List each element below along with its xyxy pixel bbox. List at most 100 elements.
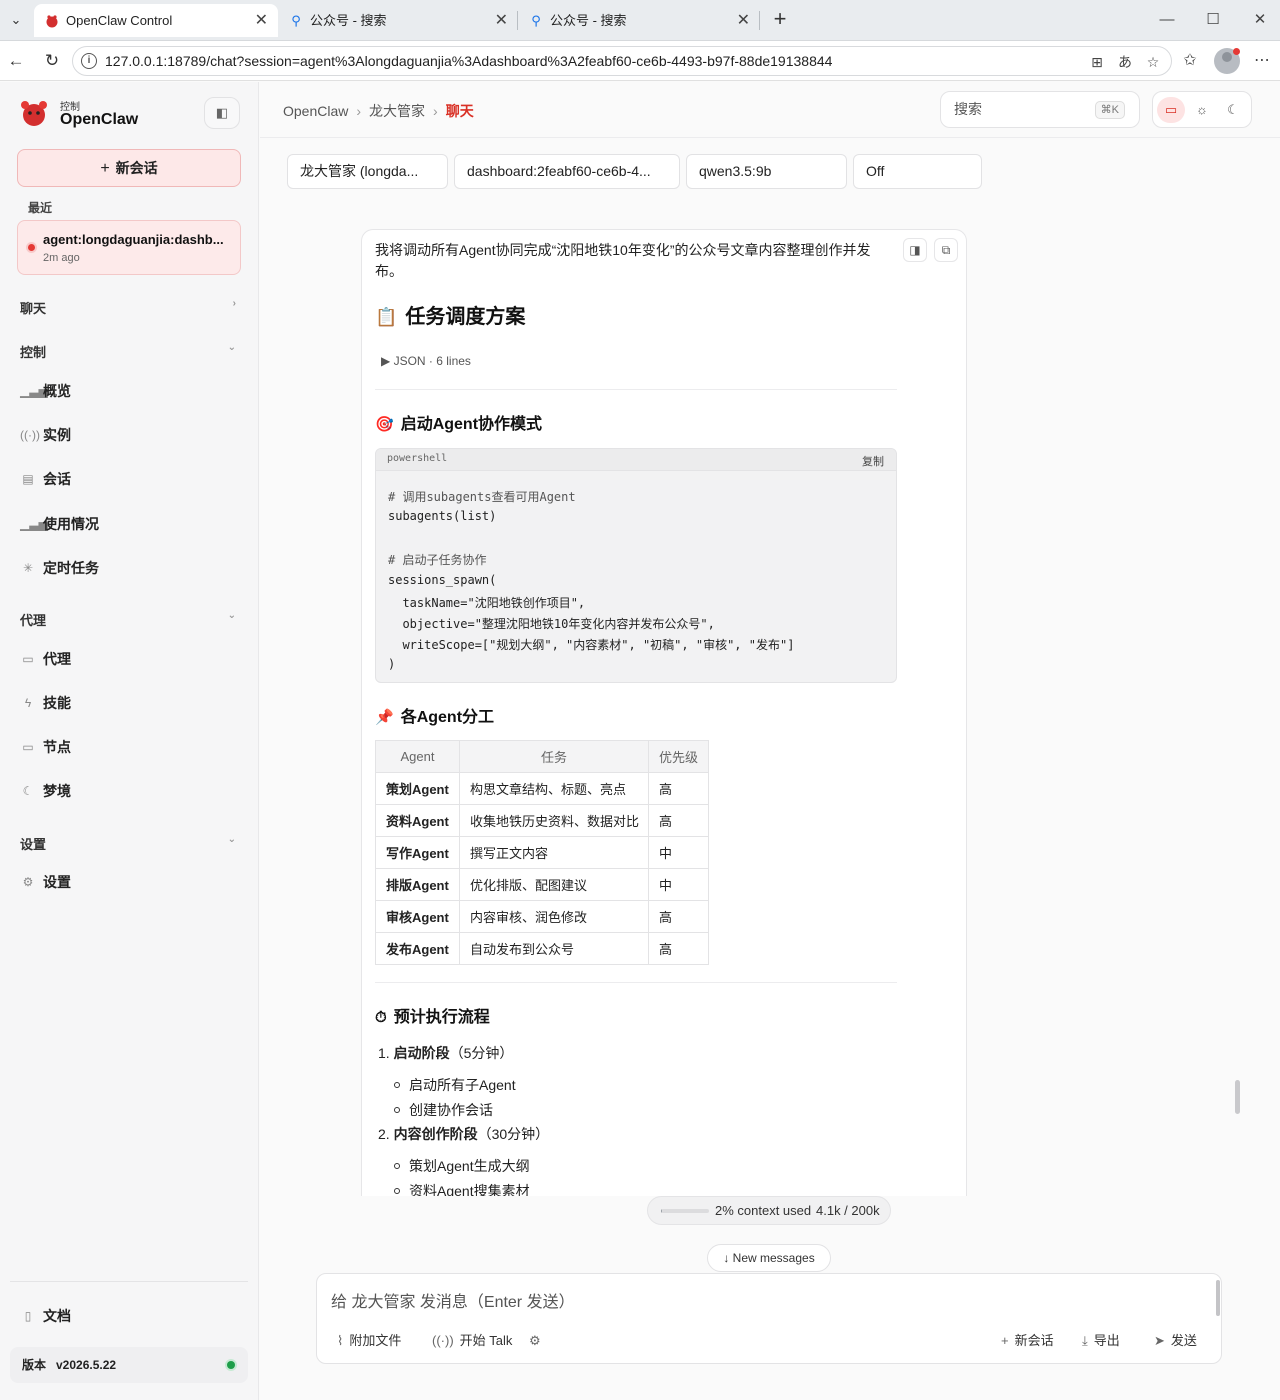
reload-icon[interactable]: ↻ bbox=[40, 49, 64, 73]
tab-separator bbox=[759, 11, 760, 30]
tab-title: 公众号 - 搜索 bbox=[550, 13, 627, 28]
group-chat[interactable]: 聊天 › bbox=[20, 298, 240, 317]
main-panel: OpenClaw › 龙大管家 › 聊天 搜索 ⌘K ▭ ☼ ☾ 龙大管家 (longd… bbox=[260, 82, 1280, 1400]
favorite-star-icon[interactable]: ☆ bbox=[1142, 51, 1164, 73]
new-tab-icon[interactable]: + bbox=[768, 8, 792, 32]
group-control[interactable]: 控制 ⌄ bbox=[20, 342, 240, 361]
new-chat-button[interactable]: + 新会话 bbox=[17, 149, 241, 187]
session-select[interactable]: dashboard:2feabf60-ce6b-4... bbox=[454, 154, 680, 189]
breadcrumb-item[interactable]: 龙大管家 bbox=[369, 103, 425, 119]
site-info-icon[interactable]: i bbox=[81, 53, 97, 69]
arrow-down-icon: ↓ bbox=[723, 1251, 730, 1265]
openclaw-logo bbox=[18, 98, 50, 128]
copy-icon[interactable]: ⧉ bbox=[934, 238, 958, 262]
plan-heading: 📋 任务调度方案 bbox=[375, 306, 526, 328]
flow-heading: ⏱ 预计执行流程 bbox=[375, 1009, 490, 1026]
tab-search-1[interactable]: ⚲ 公众号 - 搜索 ✕ bbox=[278, 4, 518, 37]
chat-scrollbar[interactable] bbox=[1235, 1080, 1240, 1114]
sidebar-item-settings[interactable]: ⚙ 设置 bbox=[20, 870, 240, 894]
more-menu-icon[interactable]: ⋯ bbox=[1250, 49, 1274, 73]
monitor-icon[interactable]: ▭ bbox=[1157, 97, 1185, 123]
model-select[interactable]: qwen3.5:9b bbox=[686, 154, 847, 189]
sidebar-item-instances[interactable]: ((·)) 实例 bbox=[20, 423, 240, 447]
sidebar: 控制 OpenClaw ◧ + 新会话 最近 agent:longdaguanji… bbox=[0, 82, 259, 1400]
moon-icon: ☾ bbox=[22, 784, 34, 798]
table-row: 排版Agent 优化排版、配图建议中 bbox=[375, 868, 709, 901]
url-field[interactable]: i 127.0.0.1:18789/chat?session=agent%3Al… bbox=[72, 46, 1172, 76]
folder-icon: ▭ bbox=[22, 652, 34, 666]
search-input[interactable]: 搜索 ⌘K bbox=[940, 91, 1140, 128]
collapse-sidebar-icon[interactable]: ◧ bbox=[204, 97, 240, 129]
new-messages-button[interactable]: ↓ New messages bbox=[707, 1244, 831, 1272]
thinking-select[interactable]: Off bbox=[853, 154, 982, 189]
main-header: OpenClaw › 龙大管家 › 聊天 搜索 ⌘K ▭ ☼ ☾ bbox=[260, 82, 1280, 138]
table-header: Agent bbox=[375, 740, 460, 773]
recent-session-item[interactable]: agent:longdaguanjia:dashb... 2m ago bbox=[17, 220, 241, 275]
step-item: 1. 启动阶段（5分钟） bbox=[378, 1045, 514, 1061]
sidebar-item-cron[interactable]: ✳ 定时任务 bbox=[20, 556, 240, 580]
book-icon: ▯ bbox=[24, 1309, 32, 1323]
roles-table: Agent 任务 优先级 策划Agent 构思文章结构、标题、亮点高 资料Agen… bbox=[375, 740, 709, 965]
minimize-icon[interactable]: — bbox=[1155, 8, 1179, 32]
new-session-button[interactable]: + 新会话 bbox=[1001, 1331, 1054, 1351]
send-button[interactable]: ➤ 发送 bbox=[1154, 1331, 1197, 1351]
code-block: powershell 复制 # 调用subagents查看可用Agent sub… bbox=[375, 448, 897, 683]
json-toggle[interactable]: ▶ JSON · 6 lines bbox=[381, 354, 471, 368]
table-row: 资料Agent 收集地铁历史资料、数据对比高 bbox=[375, 804, 709, 837]
code-header: powershell 复制 bbox=[376, 449, 896, 471]
recent-session-time: 2m ago bbox=[43, 252, 80, 264]
timer-icon: ⏱ bbox=[375, 1009, 387, 1026]
agent-select[interactable]: 龙大管家 (longda... bbox=[287, 154, 448, 189]
sidebar-item-skills[interactable]: ϟ 技能 bbox=[20, 691, 240, 715]
close-tab-icon[interactable]: ✕ bbox=[737, 4, 750, 37]
assistant-message: ◨ ⧉ 我将调动所有Agent协同完成“沈阳地铁10年变化”的公众号文章内容整理… bbox=[361, 229, 967, 1196]
tab-list-icon[interactable]: ⌄ bbox=[6, 10, 26, 30]
download-icon: ⤓ bbox=[1082, 1333, 1088, 1348]
translate-icon[interactable]: あ bbox=[1114, 51, 1136, 73]
loader-icon: ✳ bbox=[22, 561, 34, 575]
sidebar-toggle-icon[interactable]: ◨ bbox=[903, 238, 927, 262]
close-tab-icon[interactable]: ✕ bbox=[495, 4, 508, 37]
export-button[interactable]: ⤓ 导出 bbox=[1082, 1331, 1120, 1351]
breadcrumb-current: 聊天 bbox=[445, 103, 474, 119]
close-tab-icon[interactable]: ✕ bbox=[255, 4, 268, 37]
sidebar-item-dreams[interactable]: ☾ 梦境 bbox=[20, 779, 240, 803]
sidebar-item-nodes[interactable]: ▭ 节点 bbox=[20, 735, 240, 759]
group-settings[interactable]: 设置 ⌄ bbox=[20, 834, 240, 853]
tab-search-2[interactable]: ⚲ 公众号 - 搜索 ✕ bbox=[518, 4, 760, 37]
breadcrumb-item[interactable]: OpenClaw bbox=[283, 103, 348, 119]
sidebar-item-docs[interactable]: ▯ 文档 bbox=[20, 1304, 240, 1328]
bar-chart-icon: ▁▃▅ bbox=[20, 384, 48, 398]
table-header: 任务 bbox=[459, 740, 649, 773]
code-line: # 调用subagents查看可用Agent bbox=[388, 490, 576, 504]
group-agent[interactable]: 代理 ⌄ bbox=[20, 610, 240, 629]
monitor-icon: ▭ bbox=[22, 740, 34, 754]
lightning-icon: ϟ bbox=[24, 696, 32, 710]
url-text: 127.0.0.1:18789/chat?session=agent%3Alon… bbox=[105, 53, 833, 69]
favorites-icon[interactable]: ✩ bbox=[1178, 49, 1202, 73]
breadcrumb: OpenClaw › 龙大管家 › 聊天 bbox=[283, 103, 474, 119]
sidebar-item-usage[interactable]: ▁▃▅ 使用情况 bbox=[20, 512, 240, 536]
maximize-icon[interactable]: ☐ bbox=[1201, 8, 1225, 32]
sidebar-item-agents[interactable]: ▭ 代理 bbox=[20, 647, 240, 671]
broadcast-icon: ((·)) bbox=[20, 428, 40, 442]
tab-openclaw-control[interactable]: OpenClaw Control ✕ bbox=[34, 4, 278, 37]
sun-icon[interactable]: ☼ bbox=[1188, 97, 1216, 123]
sidebar-item-sessions[interactable]: ▤ 会话 bbox=[20, 467, 240, 491]
list-item: 启动所有子Agent bbox=[394, 1075, 516, 1095]
sidebar-item-overview[interactable]: ▁▃▅ 概览 bbox=[20, 379, 240, 403]
start-talk-button[interactable]: ((·)) 开始 Talk bbox=[432, 1331, 512, 1351]
app-install-icon[interactable]: ⊞ bbox=[1086, 51, 1108, 73]
back-icon[interactable]: ← bbox=[4, 49, 28, 73]
composer-settings-icon[interactable]: ⚙ bbox=[529, 1331, 547, 1351]
status-online-dot bbox=[227, 1361, 235, 1369]
message-composer[interactable]: 给 龙大管家 发消息（Enter 发送） ⌇ 附加文件 ((·)) 开始 Talk … bbox=[316, 1273, 1222, 1364]
close-window-icon[interactable]: ✕ bbox=[1248, 8, 1272, 32]
list-item: 创建协作会话 bbox=[394, 1100, 493, 1120]
code-line: sessions_spawn( bbox=[388, 573, 497, 587]
attach-file-button[interactable]: ⌇ 附加文件 bbox=[337, 1331, 401, 1351]
profile-notification-dot bbox=[1233, 48, 1240, 55]
moon-icon[interactable]: ☾ bbox=[1219, 97, 1247, 123]
copy-code-button[interactable]: 复制 bbox=[862, 453, 884, 469]
theme-switcher: ▭ ☼ ☾ bbox=[1152, 91, 1252, 128]
